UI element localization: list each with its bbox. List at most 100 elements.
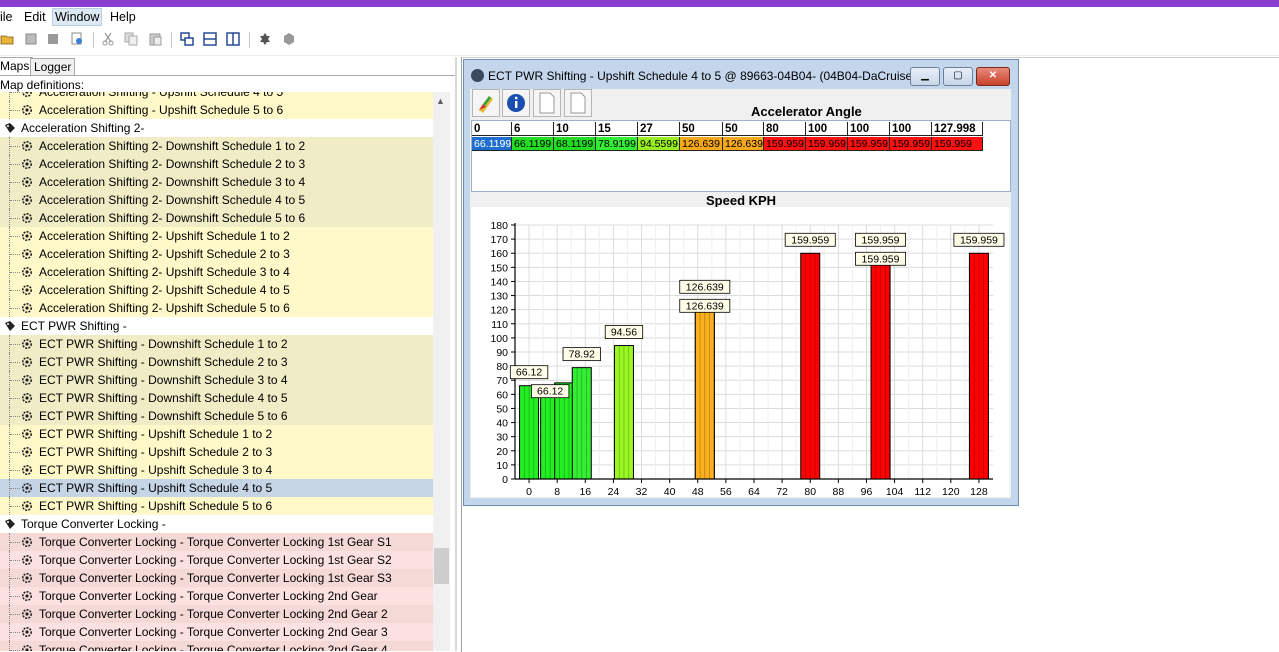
tree-item[interactable]: Acceleration Shifting 2- Downshift Sched… — [0, 155, 433, 173]
table-value-cell[interactable]: 78.9199 — [596, 137, 638, 151]
y-tick-label: 60 — [496, 389, 508, 401]
tile-vertical-icon[interactable] — [226, 32, 240, 46]
page-button-2[interactable] — [564, 89, 592, 117]
tab-maps[interactable]: Maps — [0, 57, 34, 74]
x-tick-label: 16 — [579, 486, 591, 497]
tree-folder[interactable]: Acceleration Shifting 2- — [0, 119, 433, 137]
menu-edit[interactable]: Edit — [24, 10, 46, 24]
save-icon[interactable] — [24, 32, 38, 46]
open-icon[interactable] — [0, 32, 14, 46]
tree-item[interactable]: Acceleration Shifting 2- Upshift Schedul… — [0, 299, 433, 317]
tree-item[interactable]: ECT PWR Shifting - Upshift Schedule 4 to… — [0, 479, 433, 497]
table-value-cell[interactable]: 159.959 — [890, 137, 932, 151]
table-value-cell[interactable]: 159.959 — [806, 137, 848, 151]
tree-item[interactable]: ECT PWR Shifting - Upshift Schedule 5 to… — [0, 497, 433, 515]
stop-icon[interactable] — [46, 32, 60, 46]
table-value-cell[interactable]: 94.5599 — [638, 137, 680, 151]
close-button[interactable]: ✕ — [976, 67, 1010, 86]
refresh-icon[interactable] — [70, 32, 84, 46]
cascade-icon[interactable] — [180, 32, 194, 46]
tree-item-label: ECT PWR Shifting - Downshift Schedule 1 … — [39, 337, 288, 351]
tree-item[interactable]: Acceleration Shifting 2- Upshift Schedul… — [0, 245, 433, 263]
info-button[interactable] — [502, 89, 530, 117]
scroll-up-arrow-icon[interactable]: ▲ — [436, 96, 445, 106]
table-header-cell[interactable]: 100 — [848, 122, 890, 136]
tree-item-label: ECT PWR Shifting - Upshift Schedule 3 to… — [39, 463, 273, 477]
tree-item[interactable]: Torque Converter Locking - Torque Conver… — [0, 605, 433, 623]
tree-item[interactable]: ECT PWR Shifting - Downshift Schedule 1 … — [0, 335, 433, 353]
disconnect-icon[interactable] — [282, 32, 296, 46]
tree-guide-line — [10, 290, 20, 291]
table-header-cell[interactable]: 10 — [554, 122, 596, 136]
data-label: 66.12 — [516, 367, 542, 379]
menu-file[interactable]: ile — [0, 10, 13, 24]
table-header-cell[interactable]: 50 — [680, 122, 723, 136]
tree-item[interactable]: ECT PWR Shifting - Downshift Schedule 3 … — [0, 371, 433, 389]
table-value-cell[interactable]: 126.639 — [723, 137, 764, 151]
table-value-cell[interactable]: 159.959 — [932, 137, 983, 151]
table-header-cell[interactable]: 50 — [723, 122, 764, 136]
tree-item[interactable]: Acceleration Shifting 2- Downshift Sched… — [0, 191, 433, 209]
tree-item[interactable]: Torque Converter Locking - Torque Conver… — [0, 533, 433, 551]
tree-folder[interactable]: ECT PWR Shifting - — [0, 317, 433, 335]
menu-help[interactable]: Help — [110, 10, 136, 24]
tree-item[interactable]: Acceleration Shifting - Upshift Schedule… — [0, 101, 433, 119]
tree-item[interactable]: ECT PWR Shifting - Upshift Schedule 2 to… — [0, 443, 433, 461]
tab-logger[interactable]: Logger — [30, 58, 76, 75]
tree-item[interactable]: ECT PWR Shifting - Upshift Schedule 1 to… — [0, 425, 433, 443]
table-value-cell[interactable]: 66.1199 — [472, 137, 512, 151]
tree-item[interactable]: Torque Converter Locking - Torque Conver… — [0, 587, 433, 605]
table-header-cell[interactable]: 6 — [512, 122, 554, 136]
tree-item-label: Acceleration Shifting 2- Upshift Schedul… — [39, 229, 290, 243]
tree-item[interactable]: ECT PWR Shifting - Downshift Schedule 2 … — [0, 353, 433, 371]
tree-item[interactable]: ECT PWR Shifting - Downshift Schedule 4 … — [0, 389, 433, 407]
tree-item[interactable]: Acceleration Shifting 2- Downshift Sched… — [0, 173, 433, 191]
table-header-cell[interactable]: 0 — [472, 122, 512, 136]
tree-item[interactable]: Torque Converter Locking - Torque Conver… — [0, 569, 433, 587]
table-value-cell[interactable]: 126.639 — [680, 137, 723, 151]
tree-item[interactable]: Acceleration Shifting - Upshift Schedule… — [0, 92, 433, 101]
tree-folder-label: ECT PWR Shifting - — [21, 319, 127, 333]
x-tick-label: 48 — [692, 486, 704, 497]
accelerator-angle-title: Accelerator Angle — [751, 104, 862, 119]
map-gear-icon — [22, 591, 32, 601]
table-value-cell[interactable]: 159.959 — [764, 137, 806, 151]
maximize-button[interactable]: ▢ — [943, 67, 973, 86]
tree-item[interactable]: Acceleration Shifting 2- Upshift Schedul… — [0, 227, 433, 245]
tile-horizontal-icon[interactable] — [203, 32, 217, 46]
tree-item[interactable]: Torque Converter Locking - Torque Conver… — [0, 623, 433, 641]
tree-folder[interactable]: Torque Converter Locking - — [0, 515, 433, 533]
table-header-cell[interactable]: 80 — [764, 122, 806, 136]
tree-scrollbar[interactable]: ▲ — [433, 92, 450, 651]
pane-splitter[interactable] — [455, 57, 457, 651]
menu-window[interactable]: Window — [52, 8, 103, 26]
tree-item[interactable]: Acceleration Shifting 2- Upshift Schedul… — [0, 281, 433, 299]
table-header-cell[interactable]: 15 — [596, 122, 638, 136]
tree-item[interactable]: ECT PWR Shifting - Upshift Schedule 3 to… — [0, 461, 433, 479]
tree-folder-label: Acceleration Shifting 2- — [21, 121, 145, 135]
tree-item[interactable]: Torque Converter Locking - Torque Conver… — [0, 641, 433, 651]
connect-icon[interactable] — [258, 32, 272, 46]
table-value-cell[interactable]: 68.1199 — [554, 137, 596, 151]
tree-item-label: ECT PWR Shifting - Downshift Schedule 3 … — [39, 373, 288, 387]
cut-icon[interactable] — [101, 32, 115, 46]
tree-guide-line — [10, 254, 20, 255]
page-button[interactable] — [533, 89, 561, 117]
tree-item[interactable]: ECT PWR Shifting - Downshift Schedule 5 … — [0, 407, 433, 425]
table-value-cell[interactable]: 159.959 — [848, 137, 890, 151]
tree-item[interactable]: Acceleration Shifting 2- Downshift Sched… — [0, 137, 433, 155]
paste-icon[interactable] — [148, 32, 162, 46]
data-label: 159.959 — [862, 253, 900, 265]
table-header-cell[interactable]: 100 — [806, 122, 848, 136]
table-value-cell[interactable]: 66.1199 — [512, 137, 554, 151]
color-edit-button[interactable] — [472, 89, 500, 117]
copy-icon[interactable] — [124, 32, 138, 46]
scrollbar-thumb[interactable] — [434, 548, 449, 584]
tree-item[interactable]: Acceleration Shifting 2- Upshift Schedul… — [0, 263, 433, 281]
table-header-cell[interactable]: 127.998 — [932, 122, 983, 136]
minimize-button[interactable]: ▁ — [910, 67, 940, 86]
tree-item[interactable]: Torque Converter Locking - Torque Conver… — [0, 551, 433, 569]
table-header-cell[interactable]: 100 — [890, 122, 932, 136]
table-header-cell[interactable]: 27 — [638, 122, 680, 136]
tree-item[interactable]: Acceleration Shifting 2- Downshift Sched… — [0, 209, 433, 227]
